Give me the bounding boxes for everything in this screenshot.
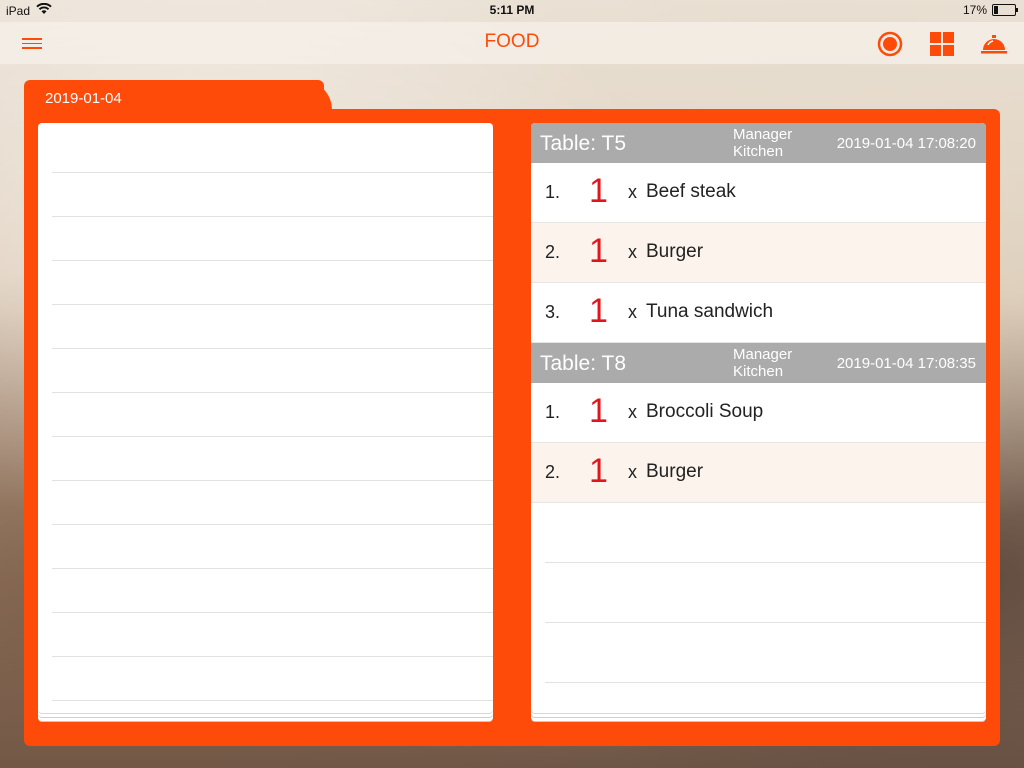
ruled-line (52, 481, 493, 525)
battery-icon (992, 4, 1018, 16)
ticket-staff: Manager Kitchen (733, 126, 792, 160)
order-item[interactable]: 2. 1 x Burger (531, 443, 986, 503)
ticket-header[interactable]: Table: T5 Manager Kitchen 2019-01-04 17:… (531, 123, 986, 163)
item-number: 2. (545, 242, 561, 262)
item-multiplier: x (628, 302, 637, 322)
ruled-line (52, 437, 493, 481)
empty-row (545, 623, 986, 683)
order-item[interactable]: 2. 1 x Burger (531, 223, 986, 283)
ticket-station: Kitchen (733, 363, 784, 380)
ruled-line (52, 657, 493, 701)
item-number: 2. (545, 462, 561, 482)
orders-folder: 2019-01-04 Table: T5 Manager Kitchen 201… (24, 80, 1000, 746)
order-item[interactable]: 3. 1 x Tuna sandwich (531, 283, 986, 343)
empty-row (545, 563, 986, 623)
ticket-time: 2019-01-04 17:08:35 (836, 355, 976, 372)
empty-row (545, 503, 986, 563)
item-multiplier: x (628, 462, 637, 482)
ruled-line (52, 305, 493, 349)
status-time: 5:11 PM (489, 3, 535, 17)
ruled-lines (52, 123, 493, 713)
item-multiplier: x (628, 182, 637, 202)
item-quantity: 1 (589, 232, 608, 270)
ruled-line (52, 525, 493, 569)
folder-body: Table: T5 Manager Kitchen 2019-01-04 17:… (24, 109, 1000, 746)
battery-percent: 17% (962, 3, 987, 17)
ticket-table: Table: T8 (540, 352, 626, 375)
status-right: 17% (962, 3, 1018, 17)
folder-date: 2019-01-04 (45, 90, 122, 107)
item-name: Burger (646, 461, 704, 482)
ticket-header[interactable]: Table: T8 Manager Kitchen 2019-01-04 17:… (531, 343, 986, 383)
item-quantity: 1 (589, 172, 608, 210)
status-bar: iPad 5:11 PM 17% (0, 0, 1024, 22)
item-multiplier: x (628, 242, 637, 262)
ticket-role: Manager (733, 346, 793, 363)
item-name: Broccoli Soup (646, 401, 764, 422)
ticket-time: 2019-01-04 17:08:20 (836, 135, 976, 152)
item-number: 1. (545, 402, 561, 422)
item-name: Burger (646, 241, 704, 262)
item-multiplier: x (628, 402, 637, 422)
record-icon[interactable] (874, 29, 906, 59)
order-item[interactable]: 1. 1 x Beef steak (531, 163, 986, 223)
left-order-page[interactable] (38, 123, 493, 713)
item-name: Tuna sandwich (646, 301, 774, 322)
item-name: Beef steak (646, 181, 736, 202)
page-title: FOOD (484, 31, 540, 52)
ruled-line (52, 123, 493, 173)
item-quantity: 1 (589, 392, 608, 430)
item-number: 3. (545, 302, 561, 322)
ruled-line (52, 173, 493, 217)
ticket-staff: Manager Kitchen (733, 346, 792, 380)
ticket-table: Table: T5 (540, 132, 626, 155)
ruled-line (52, 393, 493, 437)
grid-icon[interactable] (926, 29, 958, 59)
ticket-role: Manager (733, 126, 793, 143)
ruled-line (52, 569, 493, 613)
service-bell-icon[interactable] (978, 29, 1010, 59)
right-order-page[interactable]: Table: T5 Manager Kitchen 2019-01-04 17:… (531, 123, 986, 713)
ticket-station: Kitchen (733, 143, 784, 160)
item-quantity: 1 (589, 292, 608, 330)
ruled-line (52, 613, 493, 657)
order-item[interactable]: 1. 1 x Broccoli Soup (531, 383, 986, 443)
ruled-line (52, 261, 493, 305)
ruled-line (52, 349, 493, 393)
ruled-line (52, 217, 493, 261)
item-number: 1. (545, 182, 561, 202)
nav-actions (874, 29, 1010, 59)
nav-bar: FOOD (0, 22, 1024, 64)
item-quantity: 1 (589, 452, 608, 490)
